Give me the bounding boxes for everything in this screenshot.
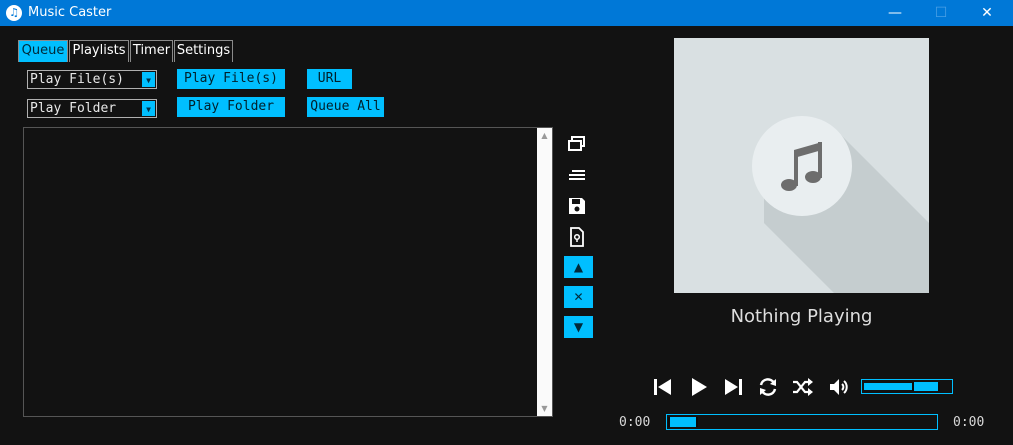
album-art-placeholder-icon xyxy=(752,116,929,293)
volume-fill xyxy=(864,383,914,390)
minimize-button[interactable]: — xyxy=(872,0,918,26)
play-folder-button[interactable]: Play Folder xyxy=(177,97,285,117)
next-track-icon[interactable] xyxy=(721,376,745,398)
remove-track-button[interactable]: ✕ xyxy=(564,286,593,308)
scroll-up-icon[interactable]: ▲ xyxy=(537,128,552,143)
queue-all-button[interactable]: Queue All xyxy=(307,97,384,117)
queue-scrollbar[interactable]: ▲ ▼ xyxy=(537,128,552,416)
tab-playlists[interactable]: Playlists xyxy=(69,40,129,62)
file-action-select[interactable]: Play File(s) ▼ xyxy=(27,70,157,89)
move-up-button[interactable]: ▲ xyxy=(564,256,593,278)
tab-settings[interactable]: Settings xyxy=(174,40,233,62)
volume-icon[interactable] xyxy=(828,376,852,398)
url-button[interactable]: URL xyxy=(307,69,352,89)
file-action-select-value: Play File(s) xyxy=(30,72,124,87)
play-files-button[interactable]: Play File(s) xyxy=(177,69,285,89)
shuffle-icon[interactable] xyxy=(790,376,814,398)
folder-action-select[interactable]: Play Folder ▼ xyxy=(27,99,157,118)
time-elapsed: 0:00 xyxy=(619,415,651,430)
title-bar: ♫ Music Caster — ☐ ✕ xyxy=(0,0,1013,26)
window-title: Music Caster xyxy=(28,5,112,20)
locate-file-icon[interactable] xyxy=(566,226,588,248)
progress-slider[interactable] xyxy=(666,414,938,430)
mini-player-icon[interactable] xyxy=(566,133,588,155)
volume-slider[interactable] xyxy=(861,379,953,394)
folder-action-select-value: Play Folder xyxy=(30,101,117,116)
repeat-icon[interactable] xyxy=(756,376,780,398)
album-art xyxy=(674,38,929,293)
queue-list[interactable]: ▲ ▼ xyxy=(23,127,553,417)
now-playing-text: Nothing Playing xyxy=(730,306,873,327)
volume-handle[interactable] xyxy=(912,382,940,391)
move-down-button[interactable]: ▼ xyxy=(564,316,593,338)
save-icon[interactable] xyxy=(566,195,588,217)
queue-list-icon[interactable] xyxy=(566,165,588,187)
chevron-down-icon: ▼ xyxy=(142,101,155,116)
progress-handle[interactable] xyxy=(668,417,698,427)
tab-queue[interactable]: Queue xyxy=(18,40,68,62)
previous-track-icon[interactable] xyxy=(651,376,675,398)
maximize-button: ☐ xyxy=(934,5,948,21)
play-icon[interactable] xyxy=(687,376,711,398)
close-button[interactable]: ✕ xyxy=(964,0,1010,26)
scroll-down-icon[interactable]: ▼ xyxy=(537,401,552,416)
tab-timer[interactable]: Timer xyxy=(130,40,173,62)
chevron-down-icon: ▼ xyxy=(142,72,155,87)
time-total: 0:00 xyxy=(953,415,985,430)
music-note-icon: ♫ xyxy=(6,5,22,21)
